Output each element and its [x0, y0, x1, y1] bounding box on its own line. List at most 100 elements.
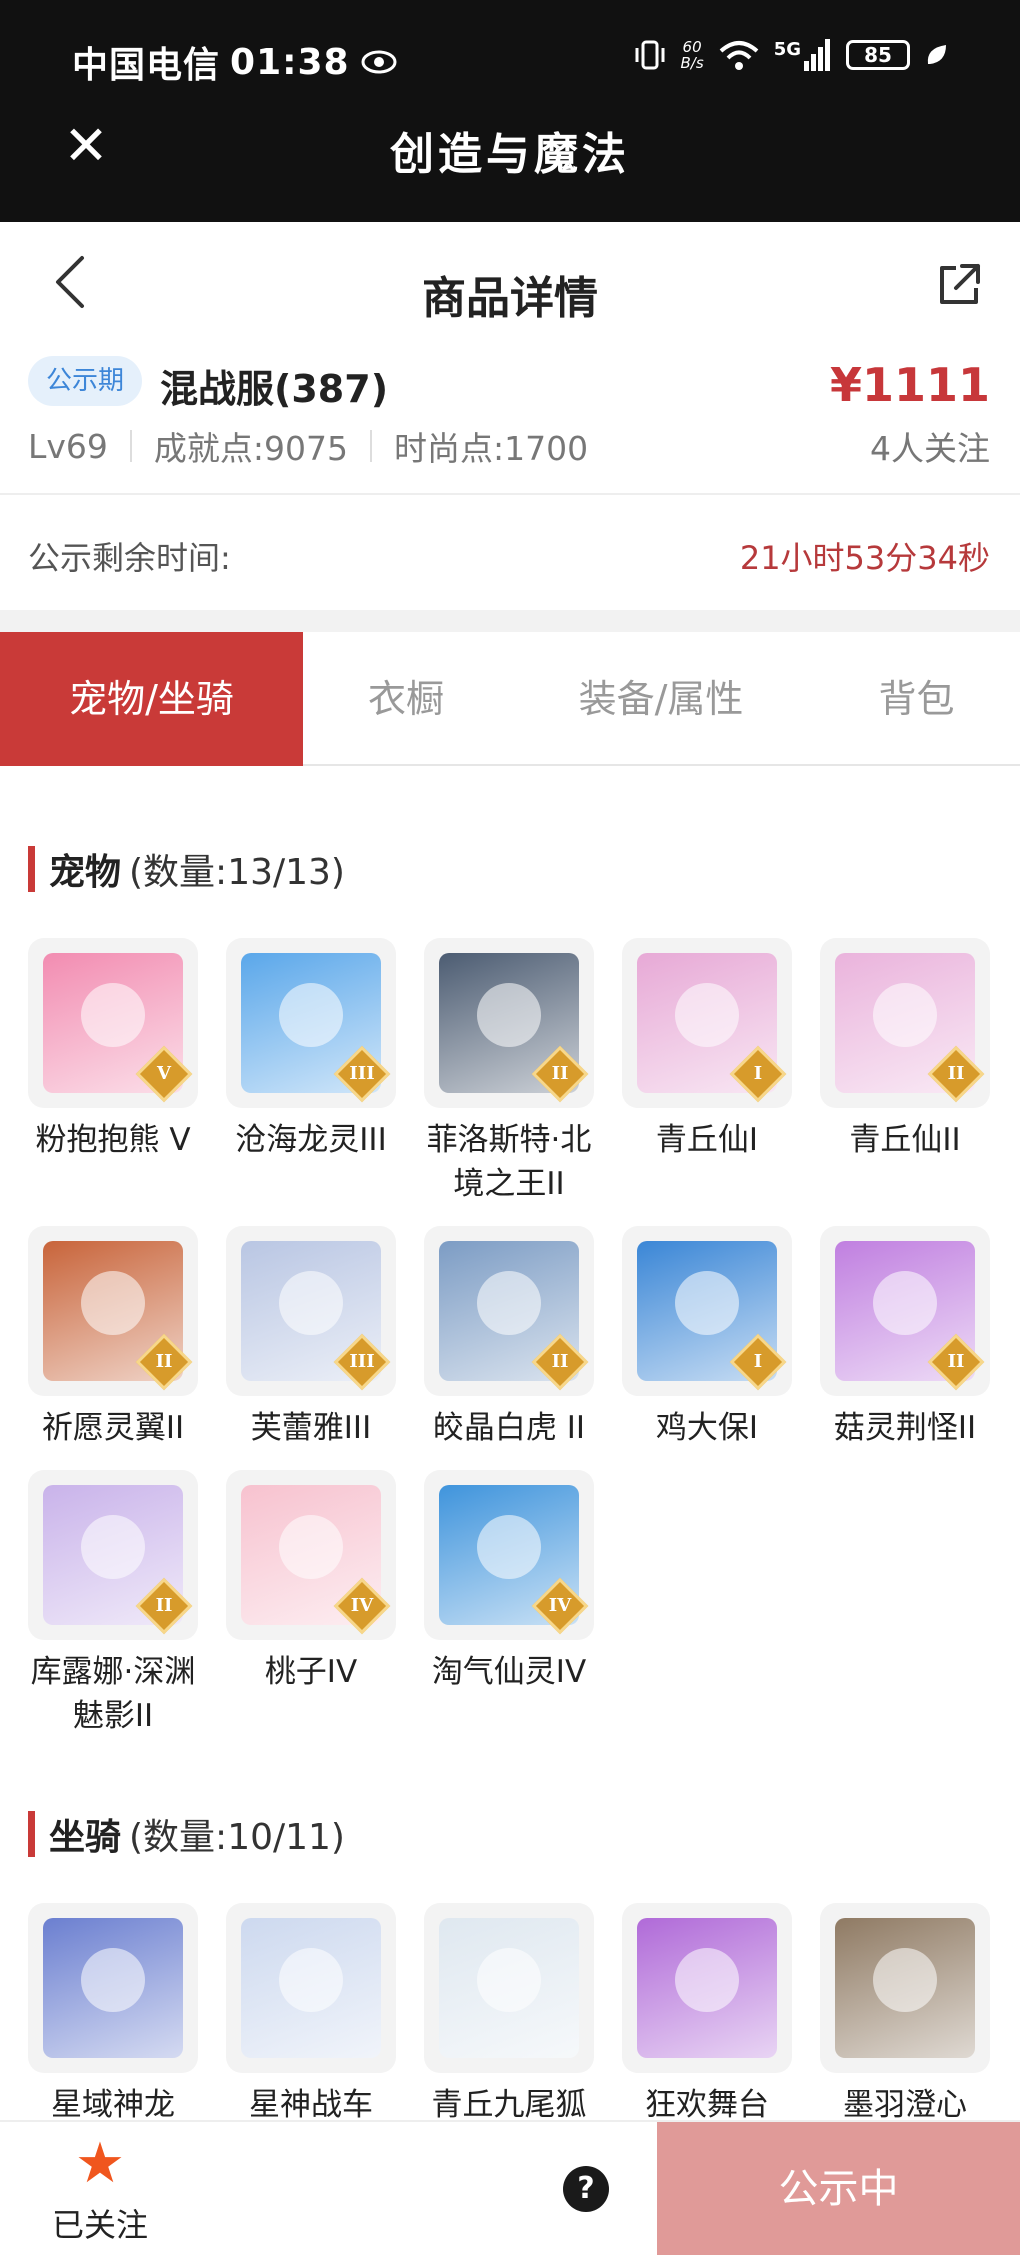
item-name: 淘气仙灵IV — [431, 1654, 587, 1690]
item-figure — [477, 983, 541, 1047]
achievement-points: 成就点:9075 — [153, 429, 349, 468]
signal-icon — [804, 39, 830, 71]
item-name: 菲洛斯特·北境之王II — [426, 1122, 592, 1202]
item-name: 青丘仙II — [849, 1122, 961, 1158]
follow-button[interactable]: ★ 已关注 — [40, 2134, 160, 2246]
section-divider — [0, 610, 1020, 632]
item-figure — [279, 1948, 343, 2012]
item-image — [637, 1918, 777, 2058]
status-badge: 公示期 — [28, 356, 143, 406]
item-card[interactable]: 星神战车 — [226, 1903, 396, 2127]
help-icon[interactable]: ? — [563, 2166, 609, 2212]
pets-section-title: 宠物 (数量:13/13) — [28, 843, 345, 895]
section-name: 宠物 — [49, 852, 122, 893]
price: ¥1111 — [829, 358, 990, 412]
item-card[interactable]: II 菲洛斯特·北境之王II — [424, 938, 594, 1206]
leaf-icon — [927, 45, 946, 64]
item-card[interactable]: 星域神龙 — [28, 1903, 198, 2127]
item-thumbnail — [820, 1903, 990, 2073]
tier-label: IV — [350, 1595, 374, 1616]
level: Lv69 — [28, 426, 108, 466]
item-thumbnail: V — [28, 938, 198, 1108]
item-thumbnail — [424, 1903, 594, 2073]
status-left: 中国电信 01:38 — [72, 36, 398, 88]
timer-label: 公示剩余时间: — [28, 539, 231, 577]
tier-label: II — [155, 1595, 173, 1616]
item-card[interactable]: II 库露娜·深渊魅影II — [28, 1470, 198, 1738]
tab-wardrobe[interactable]: 衣橱 — [303, 632, 509, 766]
item-figure — [675, 1271, 739, 1335]
app-header: ✕ 创造与魔法 — [0, 90, 1020, 222]
follow-label: 已关注 — [51, 2206, 148, 2244]
item-thumbnail: IV — [226, 1470, 396, 1640]
item-card[interactable]: I 鸡大保I — [622, 1226, 792, 1450]
item-card[interactable]: V 粉抱抱熊 V — [28, 938, 198, 1206]
tab-equipment[interactable]: 装备/属性 — [509, 632, 813, 766]
item-name: 粉抱抱熊 V — [35, 1122, 191, 1158]
tab-pets-mounts[interactable]: 宠物/坐骑 — [0, 632, 303, 766]
item-card[interactable]: IV 桃子IV — [226, 1470, 396, 1738]
follower-count: 4人关注 — [870, 429, 990, 468]
item-figure — [477, 1515, 541, 1579]
item-card[interactable]: I 青丘仙I — [622, 938, 792, 1206]
item-thumbnail: I — [622, 938, 792, 1108]
network-type: 5G — [773, 39, 801, 60]
section-name: 坐骑 — [49, 1817, 122, 1858]
item-card[interactable]: IV 淘气仙灵IV — [424, 1470, 594, 1738]
item-thumbnail: III — [226, 938, 396, 1108]
item-name: 库露娜·深渊魅影II — [30, 1654, 196, 1734]
clock: 01:38 — [230, 41, 350, 83]
item-name: 皎晶白虎 II — [432, 1410, 586, 1446]
tier-label: III — [349, 1063, 375, 1084]
divider — [370, 430, 373, 462]
item-figure — [279, 1271, 343, 1335]
item-name: 祈愿灵翼II — [41, 1410, 185, 1446]
item-thumbnail — [226, 1903, 396, 2073]
item-image — [241, 1918, 381, 2058]
section-marker — [28, 1811, 35, 1857]
battery-indicator: 85 — [846, 40, 910, 70]
section-marker — [28, 846, 35, 892]
item-card[interactable]: II 皎晶白虎 II — [424, 1226, 594, 1450]
item-thumbnail: III — [226, 1226, 396, 1396]
item-thumbnail: II — [28, 1470, 198, 1640]
tab-backpack[interactable]: 背包 — [813, 632, 1020, 766]
item-image — [835, 1918, 975, 2058]
publicity-status-button[interactable]: 公示中 — [657, 2122, 1020, 2255]
item-card[interactable]: 狂欢舞台 — [622, 1903, 792, 2127]
item-thumbnail — [622, 1903, 792, 2073]
tier-label: I — [753, 1351, 763, 1372]
share-icon[interactable] — [936, 262, 982, 308]
item-thumbnail: II — [424, 1226, 594, 1396]
section-count: (数量:10/11) — [129, 1817, 345, 1858]
item-thumbnail: I — [622, 1226, 792, 1396]
item-card[interactable]: III 沧海龙灵III — [226, 938, 396, 1206]
item-thumbnail: II — [820, 938, 990, 1108]
tier-label: IV — [548, 1595, 572, 1616]
item-name: 桃子IV — [264, 1654, 358, 1690]
item-card[interactable]: 墨羽澄心 — [820, 1903, 990, 2127]
item-card[interactable]: III 芙蕾雅III — [226, 1226, 396, 1450]
item-figure — [873, 1948, 937, 2012]
vibrate-icon — [635, 40, 665, 70]
signal-indicator: 5G — [774, 39, 832, 71]
item-figure — [675, 1948, 739, 2012]
item-info: 公示期 混战服(387) ¥1111 Lv69 成就点:9075 时尚点:170… — [0, 352, 1020, 495]
item-card[interactable]: II 青丘仙II — [820, 938, 990, 1206]
carrier-label: 中国电信 — [72, 45, 221, 86]
tier-label: II — [155, 1351, 173, 1372]
item-thumbnail: II — [28, 1226, 198, 1396]
net-speed: 60 B/s — [680, 38, 704, 72]
item-figure — [81, 1948, 145, 2012]
item-figure — [279, 983, 343, 1047]
item-thumbnail — [28, 1903, 198, 2073]
item-card[interactable]: 青丘九尾狐 — [424, 1903, 594, 2127]
item-card[interactable]: II 祈愿灵翼II — [28, 1226, 198, 1450]
app-title: 创造与魔法 — [390, 129, 630, 180]
item-figure — [81, 1515, 145, 1579]
bottom-bar: ★ 已关注 ? 公示中 — [0, 2120, 1020, 2255]
item-figure — [279, 1515, 343, 1579]
item-thumbnail: II — [820, 1226, 990, 1396]
item-card[interactable]: II 菇灵荆怪II — [820, 1226, 990, 1450]
pets-grid: V 粉抱抱熊 V III 沧海龙灵III II 菲洛斯特·北境之王II I 青丘仙I II 青丘仙… — [28, 938, 992, 1738]
